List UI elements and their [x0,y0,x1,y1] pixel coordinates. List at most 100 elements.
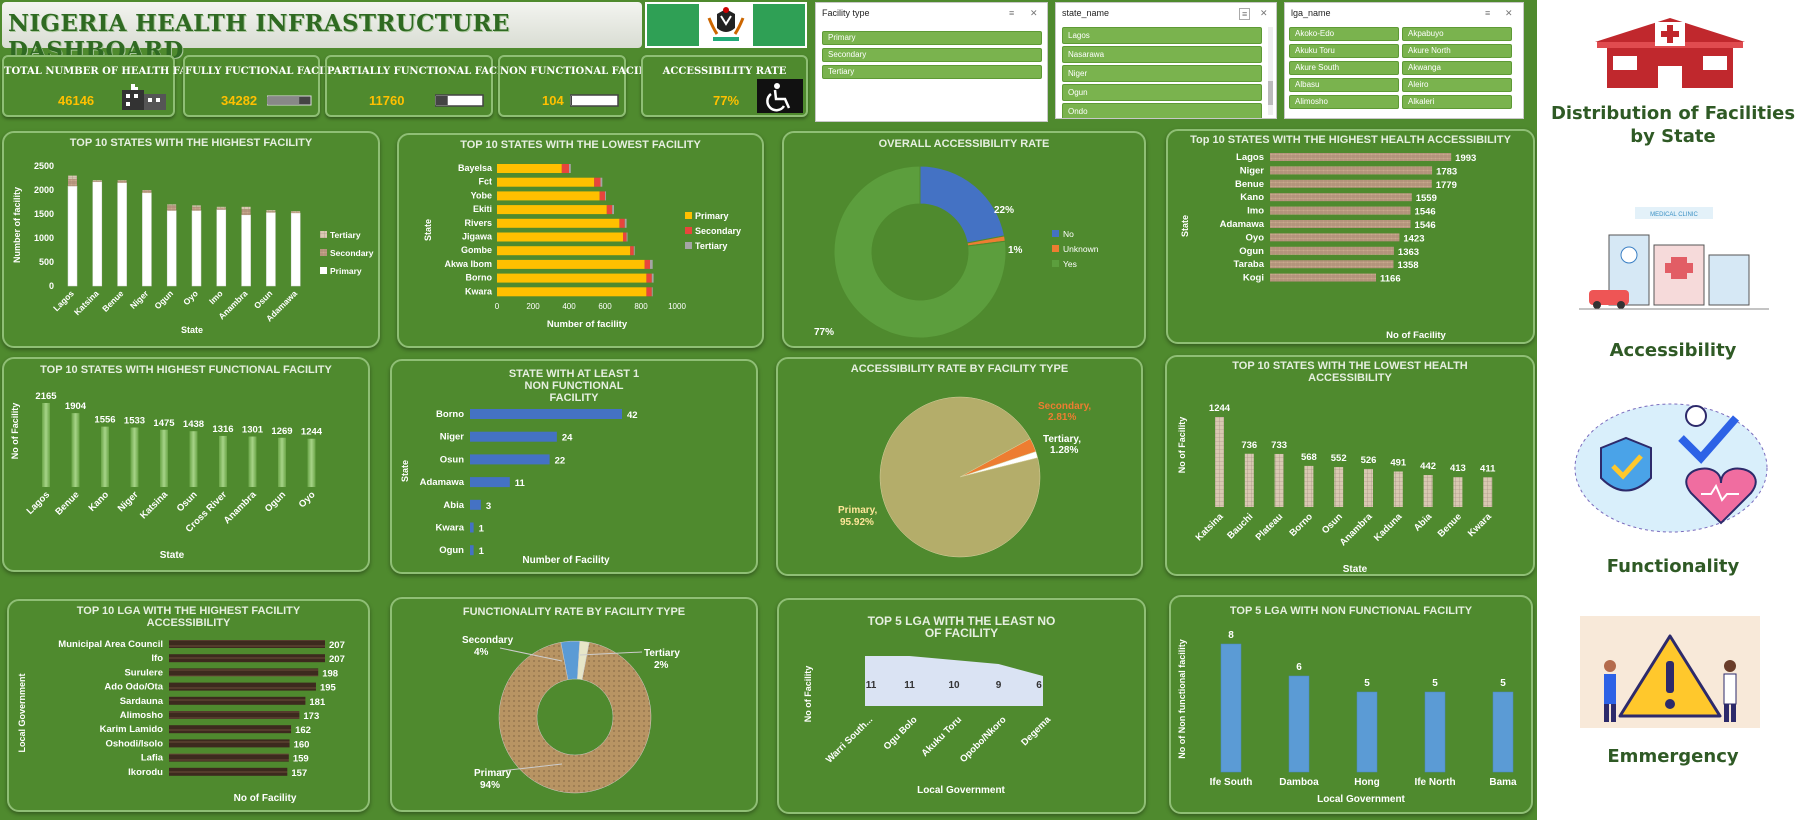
slicer-item[interactable]: Alimosho [1289,95,1399,109]
tick-label: Osun [252,288,274,310]
slicer-item[interactable]: Tertiary [822,65,1042,79]
slicer-item[interactable]: Akpabuyo [1402,27,1512,41]
bar [1270,166,1433,175]
chart-panel-least-lga: TOP 5 LGA WITH THE LEAST NO OF FACILITY … [777,598,1146,814]
chart-svg: 1244 Katsina 736 Bauchi 733 Plateau 568 Borno 55… [1177,403,1496,575]
data-label: 1358 [1397,260,1418,271]
medical-clinic-icon[interactable]: MEDICAL CLINIC [1579,205,1769,315]
tick-label: Karim Lamido [100,724,164,735]
slicer-item[interactable]: Akwanga [1402,61,1512,75]
functionality-health-icon[interactable] [1571,398,1771,538]
slicer-item[interactable]: Nasarawa [1062,46,1262,63]
slicer-item[interactable]: Ogun [1062,84,1262,101]
chart-svg: Borno 42Niger 24Osun 22Adamawa 11Abia 3Kwara 1… [400,409,638,566]
nav-functionality-link[interactable]: Functionality [1537,556,1809,577]
data-label: 5 [1432,678,1438,689]
bar [216,207,226,210]
slicer-item[interactable]: Lagos [1062,27,1262,44]
bar [497,287,647,297]
chart-svg: 2165 Lagos 1904 Benue 1556 Kano 1533 Niger 1475 K… [10,391,323,561]
nav-accessibility-link[interactable]: Accessibility [1537,340,1809,361]
chart-svg: Secondary4% Tertiary2% Primary94% [462,635,680,794]
scrollbar[interactable] [1268,27,1273,115]
legend-swatch [685,227,692,234]
slicer-item[interactable]: Niger [1062,65,1262,82]
legend-swatch [1052,260,1059,267]
data-label: 24 [562,433,573,444]
clear-filter-icon[interactable]: ✕ [1505,8,1513,19]
bar [67,185,78,287]
data-label: 736 [1241,440,1257,451]
multi-select-icon[interactable]: ≡ [1239,8,1251,20]
slicer-item[interactable]: Primary [822,31,1042,45]
data-label: 1779 [1436,180,1457,191]
data-label: 1783 [1436,166,1457,177]
tick-label: Alimosho [120,710,163,721]
slicer-lga-name[interactable]: lga_name ≡ ✕ Akoko-Edo Akpabuyo Akuku Toru… [1284,2,1524,119]
tick-label: Ikorodu [128,767,163,778]
tick-label: Oshodi/Isolo [105,738,163,749]
tick-label: 0 [495,302,500,311]
slicer-item[interactable]: Alkaleri [1402,95,1512,109]
clear-filter-icon[interactable]: ✕ [1260,8,1268,19]
data-label: 4% [474,647,489,658]
tick-label: Ogun [263,489,288,514]
slicer-item[interactable]: Aleiro [1402,78,1512,92]
tick-label: Ogun [1239,246,1264,257]
slicer-item[interactable]: Akure South [1289,61,1399,75]
data-label: 733 [1271,440,1287,451]
tick-label: Kano [1240,192,1264,203]
bar [241,209,251,215]
bar [248,436,257,487]
legend-label: Primary [330,266,362,276]
data-label: 10 [948,680,960,691]
bar [142,190,152,193]
bar [1423,475,1433,507]
chart-panel-highest-access: Top 10 STATES WITH THE HIGHEST HEALTH AC… [1166,129,1535,344]
tick-label: Akwa Ibom [444,259,492,269]
bar [569,164,571,173]
data-label: 1.28% [1050,445,1078,456]
hospital-icon[interactable] [1585,16,1755,90]
slicer-state-name[interactable]: state_name ≡ ✕ Lagos Nasarawa Niger Ogun… [1055,2,1277,119]
data-label: 1904 [65,401,87,412]
chart-svg: Secondary,2.81% Tertiary,1.28% Primary,95.… [838,396,1091,558]
bar [1220,643,1242,773]
legend-label: Primary [695,211,729,221]
tick-label: Adamawa [1220,219,1265,230]
bar [606,205,613,215]
tick-label: Ife South [1210,777,1253,788]
bar [219,435,227,487]
slicer-facility-type[interactable]: Facility type ≡ ✕ Primary Secondary Tert… [815,2,1048,122]
emergency-warning-icon[interactable] [1580,616,1760,728]
slicer-item[interactable]: Akuku Toru [1289,44,1399,58]
bar [646,273,652,283]
nav-distribution-link[interactable]: Distribution of Facilities by State [1537,102,1809,148]
bar [192,205,201,207]
data-label: 1546 [1415,207,1436,218]
bar [1270,233,1400,242]
data-label: 198 [322,668,338,679]
slicer-item[interactable]: Akoko-Edo [1289,27,1399,41]
chart-panel-lga-non-functional: TOP 5 LGA WITH NON FUNCTIONAL FACILITY 8… [1169,595,1533,814]
multi-select-icon[interactable]: ≡ [1009,8,1014,18]
tick-label: 1500 [34,209,54,219]
legend-swatch [1052,245,1059,252]
kpi-value: 11760 [369,93,405,108]
data-label: Secondary [462,635,514,646]
tick-label: Kaduna [1372,511,1405,544]
tick-label: 1000 [668,302,686,311]
clear-filter-icon[interactable]: ✕ [1030,8,1038,19]
tick-label: Niger [1240,165,1265,176]
slicer-item[interactable]: Akure North [1402,44,1512,58]
bar [633,246,635,256]
tick-label: Yobe [471,190,492,200]
nav-emergency-link[interactable]: Emmergency [1537,746,1809,767]
slicer-item[interactable]: Albasu [1289,78,1399,92]
bar [1270,220,1411,228]
bar [497,164,562,173]
multi-select-icon[interactable]: ≡ [1485,8,1490,18]
bar [1304,465,1314,507]
slicer-item[interactable]: Secondary [822,48,1042,62]
slicer-item[interactable]: Ondo [1062,103,1262,118]
